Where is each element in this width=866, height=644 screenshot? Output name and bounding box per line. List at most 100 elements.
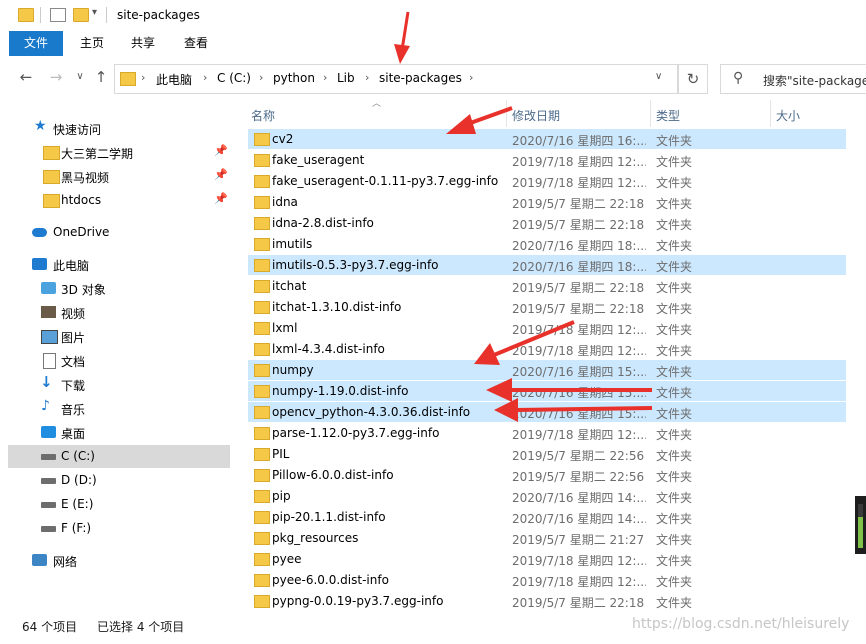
sidebar-item-label: 音乐 <box>61 403 86 417</box>
file-row[interactable]: numpy-1.19.0.dist-info 2020/7/16 星期四 15:.… <box>248 381 846 401</box>
file-row[interactable]: parse-1.12.0-py3.7.egg-info 2019/7/18 星期四… <box>248 423 846 443</box>
file-row[interactable]: itchat 2019/5/7 星期二 22:18 文件夹 <box>248 276 846 296</box>
folder-icon <box>254 217 270 230</box>
tab-file[interactable]: 文件 <box>9 31 64 56</box>
file-date-modified: 2019/5/7 星期二 21:27 <box>512 533 645 547</box>
sidebar-item-label: E (E:) <box>61 497 94 511</box>
file-type: 文件夹 <box>656 428 693 442</box>
sidebar-item-this-pc[interactable]: 此电脑 <box>8 253 230 276</box>
sidebar-item-downloads[interactable]: ↓ 下载 <box>8 373 230 396</box>
up-arrow-icon[interactable]: ↑ <box>91 67 111 87</box>
recent-locations-chevron-icon[interactable]: ∨ <box>70 67 90 87</box>
file-name: numpy-1.19.0.dist-info <box>272 384 409 398</box>
file-row[interactable]: lxml-4.3.4.dist-info 2019/7/18 星期四 12:...… <box>248 339 846 359</box>
file-date-modified: 2020/7/16 星期四 15:... <box>512 407 646 421</box>
new-folder-icon[interactable] <box>73 8 89 22</box>
sidebar-item-videos[interactable]: 视频 <box>8 301 230 324</box>
file-row[interactable]: opencv_python-4.3.0.36.dist-info 2020/7/1… <box>248 402 846 422</box>
window-title: site-packages <box>117 8 200 22</box>
file-row[interactable]: idna 2019/5/7 星期二 22:18 文件夹 <box>248 192 846 212</box>
file-type: 文件夹 <box>656 323 693 337</box>
file-row[interactable]: pyee 2019/7/18 星期四 12:... 文件夹 <box>248 549 846 569</box>
chevron-right-icon[interactable]: › <box>203 71 207 84</box>
address-dropdown-chevron-icon[interactable]: ∨ <box>655 71 662 82</box>
file-row[interactable]: lxml 2019/7/18 星期四 12:... 文件夹 <box>248 318 846 338</box>
sidebar-item-f-drive[interactable]: F (F:) <box>8 517 230 540</box>
properties-icon[interactable] <box>50 8 66 22</box>
sidebar-item-music[interactable]: ♪ 音乐 <box>8 397 230 420</box>
file-row[interactable]: pyee-6.0.0.dist-info 2019/7/18 星期四 12:...… <box>248 570 846 590</box>
file-type: 文件夹 <box>656 386 693 400</box>
file-date-modified: 2020/7/16 星期四 15:... <box>512 365 646 379</box>
sidebar-item-3d-objects[interactable]: 3D 对象 <box>8 277 230 300</box>
forward-arrow-icon[interactable]: → <box>46 67 66 87</box>
drive-icon <box>41 478 56 484</box>
file-row[interactable]: numpy 2020/7/16 星期四 15:... 文件夹 <box>248 360 846 380</box>
file-date-modified: 2019/7/18 星期四 12:... <box>512 575 646 589</box>
breadcrumb-python[interactable]: python <box>273 71 315 85</box>
file-row[interactable]: pkg_resources 2019/5/7 星期二 21:27 文件夹 <box>248 528 846 548</box>
sidebar-item-c-drive[interactable]: C (C:) <box>8 445 230 468</box>
back-arrow-icon[interactable]: ← <box>16 67 36 87</box>
file-name: numpy <box>272 363 314 377</box>
sidebar-item-pictures[interactable]: 图片 <box>8 325 230 348</box>
breadcrumb-this-pc[interactable]: 此电脑 <box>156 71 192 88</box>
file-row[interactable]: imutils 2020/7/16 星期四 18:... 文件夹 <box>248 234 846 254</box>
sidebar-item-quick-access[interactable]: ★ 快速访问 <box>8 117 230 140</box>
sidebar-item-d-drive[interactable]: D (D:) <box>8 469 230 492</box>
chevron-right-icon[interactable]: › <box>469 71 473 84</box>
file-row[interactable]: pypng-0.0.19-py3.7.egg-info 2019/5/7 星期二 … <box>248 591 846 611</box>
file-type: 文件夹 <box>656 302 693 316</box>
sidebar-item-network[interactable]: 网络 <box>8 549 230 572</box>
chevron-right-icon[interactable]: › <box>141 71 145 84</box>
file-date-modified: 2019/7/18 星期四 12:... <box>512 176 646 190</box>
file-row[interactable]: imutils-0.5.3-py3.7.egg-info 2020/7/16 星期… <box>248 255 846 275</box>
sidebar-item-onedrive[interactable]: OneDrive <box>8 221 230 244</box>
sidebar-item-folder[interactable]: htdocs 📌 <box>8 189 230 212</box>
sidebar-item-documents[interactable]: 文档 <box>8 349 230 372</box>
file-date-modified: 2020/7/16 星期四 18:... <box>512 260 646 274</box>
customize-toolbar-chevron-icon[interactable]: ▾ <box>92 7 97 18</box>
file-row[interactable]: pip 2020/7/16 星期四 14:... 文件夹 <box>248 486 846 506</box>
file-row[interactable]: PIL 2019/5/7 星期二 22:56 文件夹 <box>248 444 846 464</box>
file-row[interactable]: cv2 2020/7/16 星期四 16:... 文件夹 <box>248 129 846 149</box>
pin-icon[interactable]: 📌 <box>214 192 228 205</box>
search-input[interactable]: ⚲ 搜索"site-packages" <box>720 64 866 94</box>
pin-icon[interactable]: 📌 <box>214 144 228 157</box>
breadcrumb-c-drive[interactable]: C (C:) <box>217 71 251 85</box>
drive-icon <box>41 526 56 532</box>
sidebar-item-desktop[interactable]: 桌面 <box>8 421 230 444</box>
refresh-button[interactable]: ↻ <box>678 64 708 94</box>
tab-share[interactable]: 共享 <box>117 31 169 56</box>
breadcrumb-lib[interactable]: Lib <box>337 71 355 85</box>
column-size[interactable]: 大小 <box>776 107 800 124</box>
sidebar-item-e-drive[interactable]: E (E:) <box>8 493 230 516</box>
file-date-modified: 2019/7/18 星期四 12:... <box>512 344 646 358</box>
tab-home[interactable]: 主页 <box>66 31 118 56</box>
file-row[interactable]: fake_useragent-0.1.11-py3.7.egg-info 2019… <box>248 171 846 191</box>
column-date-modified[interactable]: 修改日期 <box>512 107 560 124</box>
file-row[interactable]: fake_useragent 2019/7/18 星期四 12:... 文件夹 <box>248 150 846 170</box>
chevron-right-icon[interactable]: › <box>259 71 263 84</box>
file-row[interactable]: itchat-1.3.10.dist-info 2019/5/7 星期二 22:1… <box>248 297 846 317</box>
sidebar-item-label: 网络 <box>53 555 78 569</box>
music-icon: ♪ <box>41 398 50 414</box>
file-name: pkg_resources <box>272 531 359 545</box>
picture-icon <box>41 330 58 344</box>
sidebar-item-folder[interactable]: 大三第二学期 📌 <box>8 141 230 164</box>
column-type[interactable]: 类型 <box>656 107 680 124</box>
tab-view[interactable]: 查看 <box>170 31 222 56</box>
sidebar-item-folder[interactable]: 黑马视频 📌 <box>8 165 230 188</box>
file-type: 文件夹 <box>656 155 693 169</box>
column-name[interactable]: 名称 <box>251 107 275 124</box>
chevron-right-icon[interactable]: › <box>323 71 327 84</box>
file-row[interactable]: pip-20.1.1.dist-info 2020/7/16 星期四 14:...… <box>248 507 846 527</box>
breadcrumb-site-packages[interactable]: site-packages <box>379 71 462 85</box>
file-row[interactable]: idna-2.8.dist-info 2019/5/7 星期二 22:18 文件夹 <box>248 213 846 233</box>
pin-icon[interactable]: 📌 <box>214 168 228 181</box>
file-name: imutils <box>272 237 313 251</box>
chevron-right-icon[interactable]: › <box>365 71 369 84</box>
sidebar-item-label: 文档 <box>61 355 86 369</box>
file-row[interactable]: Pillow-6.0.0.dist-info 2019/5/7 星期二 22:56… <box>248 465 846 485</box>
address-bar[interactable]: › 此电脑 › C (C:) › python › Lib › site-pac… <box>114 64 678 94</box>
